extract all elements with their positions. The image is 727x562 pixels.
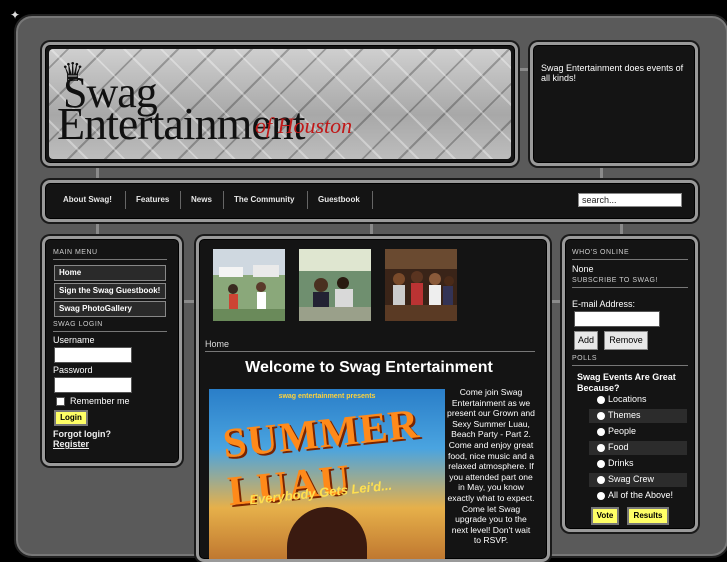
left-sidebar: MAIN MENU Home Sign the Swag Guestbook! … [42, 236, 182, 466]
results-button[interactable]: Results [627, 507, 669, 525]
username-label: Username [53, 335, 95, 345]
main-content: Home Welcome to Swag Entertainment swag … [196, 236, 550, 562]
polls-title: POLLS [572, 355, 688, 366]
site-header: ♛ Swag Entertainment of Houston [42, 42, 518, 166]
poll-option[interactable]: All of the Above! [589, 489, 687, 503]
poll-question: Swag Events Are Great Because? [577, 372, 676, 393]
gallery-photo-2[interactable] [299, 249, 371, 321]
add-button[interactable]: Add [574, 331, 598, 350]
search-input[interactable]: search... [578, 193, 682, 207]
remove-button[interactable]: Remove [604, 331, 648, 350]
right-sidebar: WHO'S ONLINE None SUBSCRIBE TO SWAG! E-m… [562, 236, 698, 532]
menu-home[interactable]: Home [54, 265, 166, 281]
breadcrumb[interactable]: Home [205, 339, 535, 352]
register-link[interactable]: Register [53, 439, 89, 449]
gallery-photo-1[interactable] [213, 249, 285, 321]
poll-option[interactable]: Food [589, 441, 687, 455]
email-input[interactable] [574, 311, 660, 327]
login-button[interactable]: Login [54, 410, 88, 426]
poll-option-label: Themes [608, 410, 641, 420]
tagline-box: Swag Entertainment does events of all ki… [530, 42, 698, 166]
remember-label: Remember me [70, 396, 130, 406]
poll-option[interactable]: Swag Crew [589, 473, 687, 487]
summer-luau-poster[interactable]: swag entertainment presents SUMMER LUAU … [209, 389, 445, 559]
radio-icon[interactable] [597, 412, 605, 420]
nav-about[interactable]: About Swag! [63, 195, 112, 204]
remember-checkbox[interactable] [56, 397, 65, 406]
password-label: Password [53, 365, 93, 375]
menu-guestbook[interactable]: Sign the Swag Guestbook! [54, 283, 166, 299]
poll-option[interactable]: Drinks [589, 457, 687, 471]
nav-divider [223, 191, 224, 209]
nav-news[interactable]: News [191, 195, 212, 204]
poll-option-label: Swag Crew [608, 474, 655, 484]
email-label: E-mail Address: [572, 299, 636, 309]
radio-icon[interactable] [597, 492, 605, 500]
radio-icon[interactable] [597, 460, 605, 468]
main-menu-title: MAIN MENU [53, 249, 167, 260]
top-navigation: About Swag! Features News The Community … [42, 180, 698, 222]
logo-houston: of Houston [255, 113, 353, 138]
subscribe-title: SUBSCRIBE TO SWAG! [572, 277, 688, 288]
poster-figure [287, 507, 367, 559]
nav-divider [372, 191, 373, 209]
poll-option[interactable]: Locations [589, 393, 687, 407]
nav-divider [180, 191, 181, 209]
radio-icon[interactable] [597, 444, 605, 452]
forgot-login-link[interactable]: Forgot login? [53, 429, 111, 439]
poll-option-label: People [608, 426, 637, 436]
poster-presents: swag entertainment presents [278, 393, 376, 400]
tagline: Swag Entertainment does events of all ki… [541, 63, 684, 83]
radio-icon[interactable] [597, 428, 605, 436]
nav-community[interactable]: The Community [234, 195, 294, 204]
nav-divider [125, 191, 126, 209]
poll-option[interactable]: People [589, 425, 687, 439]
page-title: Welcome to Swag Entertainment [245, 359, 493, 376]
nav-divider [307, 191, 308, 209]
nav-features[interactable]: Features [136, 195, 169, 204]
vote-button[interactable]: Vote [591, 507, 619, 525]
poll-option-label: Food [608, 442, 629, 452]
password-input[interactable] [54, 377, 132, 393]
radio-icon[interactable] [597, 396, 605, 404]
username-input[interactable] [54, 347, 132, 363]
whos-online-title: WHO'S ONLINE [572, 249, 688, 260]
poll-option-label: Drinks [608, 458, 634, 468]
poll-option[interactable]: Themes [589, 409, 687, 423]
menu-photogallery[interactable]: Swag PhotoGallery [54, 301, 166, 317]
nav-guestbook[interactable]: Guestbook [318, 195, 360, 204]
diamond-plate-banner: ♛ Swag Entertainment of Houston [49, 49, 511, 159]
radio-icon[interactable] [597, 476, 605, 484]
poll-option-label: Locations [608, 394, 647, 404]
poll-option-label: All of the Above! [608, 490, 674, 500]
gallery-photo-3[interactable] [385, 249, 457, 321]
whos-online-value: None [572, 264, 594, 274]
login-title: SWAG LOGIN [53, 321, 167, 332]
article-body: Come join Swag Entertainment as we prese… [447, 387, 535, 546]
